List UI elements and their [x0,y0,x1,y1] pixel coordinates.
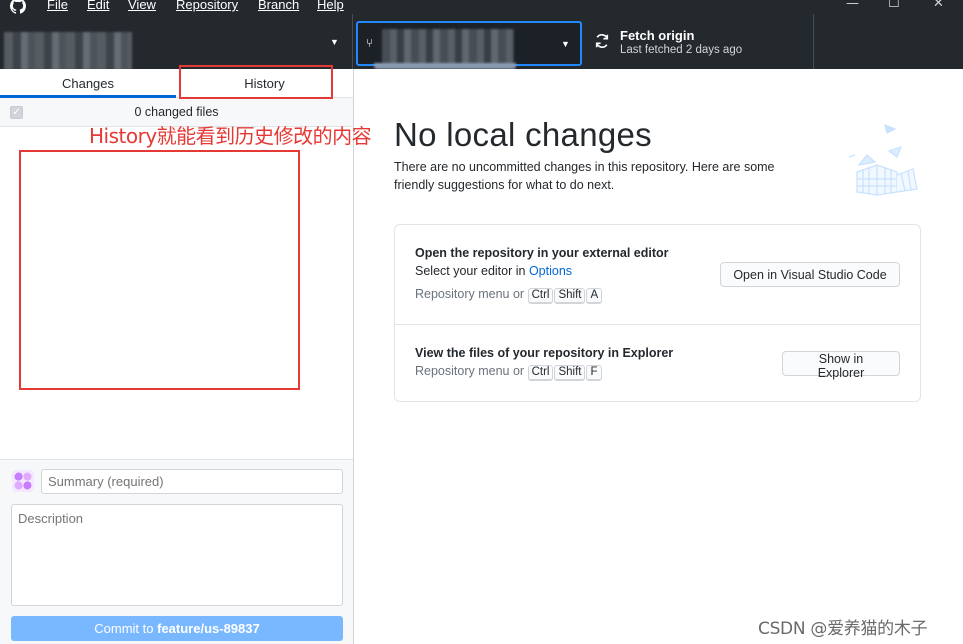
annotation-history-tab-box [179,65,333,99]
commit-branch-name: feature/us-89837 [157,621,260,636]
suggestion-editor-line: Select your editor in Options [415,264,572,278]
menu-branch[interactable]: Branch [258,0,299,12]
shortcut-hint-text: Repository menu or [415,364,525,378]
menu-file[interactable]: File [47,0,68,12]
kbd-shift: Shift [554,365,586,381]
chevron-down-icon: ▼ [330,37,339,47]
show-in-explorer-button[interactable]: Show in Explorer [782,351,900,380]
kbd-ctrl: Ctrl [527,288,554,304]
page-description: There are no uncommitted changes in this… [394,160,775,192]
suggestion-open-editor: Open the repository in your external edi… [395,225,920,325]
menu-view[interactable]: View [128,0,156,12]
sync-icon [595,34,609,48]
minimize-button[interactable]: — [846,0,859,11]
github-logo-icon [10,0,26,14]
commit-button-prefix: Commit to [94,621,158,636]
open-in-editor-button[interactable]: Open in Visual Studio Code [720,262,900,287]
last-fetched-text: Last fetched 2 days ago [620,44,743,56]
redacted-branch-name [382,29,514,65]
suggestion-title: View the files of your repository in Exp… [415,346,674,360]
menu-edit[interactable]: Edit [87,0,109,12]
changed-files-count: 0 changed files [134,105,219,119]
toolbar: ▼ ⑂ ▼ Fetch origin Last fetched 2 days a… [0,14,963,70]
options-link[interactable]: Options [529,264,572,278]
suggestions-panel: Open the repository in your external edi… [394,224,921,402]
commit-message-area: Commit to feature/us-89837 [0,459,353,644]
redacted-repository-name [4,32,132,70]
git-branch-icon: ⑂ [366,36,374,50]
kbd-a: A [586,288,603,304]
suggestion-editor-text: Select your editor in [415,264,529,278]
kbd-f: F [586,365,602,381]
kbd-shift: Shift [554,288,586,304]
menu-bar: File Edit View Repository Branch Help — … [0,0,963,14]
annotation-history-list-box [19,150,300,390]
shortcut-hint-text: Repository menu or [415,287,525,301]
maximize-button[interactable]: ☐ [888,0,900,11]
tab-changes[interactable]: Changes [0,69,176,98]
suggestion-show-explorer: View the files of your repository in Exp… [395,325,920,401]
menu-help[interactable]: Help [317,0,344,12]
fetch-origin-button[interactable]: Fetch origin Last fetched 2 days ago [584,14,814,69]
fetch-origin-title: Fetch origin [620,28,695,43]
avatar [12,470,34,492]
current-repository-selector[interactable]: ▼ [0,14,353,70]
main-content: No local changes There are no uncommitte… [355,69,963,644]
watermark: CSDN @爱养猫的木子 [758,619,928,639]
suggestion-title: Open the repository in your external edi… [415,246,669,260]
kbd-ctrl: Ctrl [527,365,554,381]
shortcut-hint: Repository menu or Ctrl Shift A [415,287,603,304]
shortcut-hint: Repository menu or Ctrl Shift F [415,364,603,381]
page-title: No local changes [394,116,652,153]
chevron-down-icon: ▼ [561,39,570,49]
close-button[interactable]: ✕ [933,0,944,11]
annotation-text: History就能看到历史修改的内容 [89,124,372,148]
menu-repository[interactable]: Repository [176,0,238,12]
description-input[interactable] [11,504,343,606]
commit-button[interactable]: Commit to feature/us-89837 [11,616,343,641]
empty-state-illustration [848,124,918,196]
summary-input[interactable] [41,469,343,494]
current-branch-selector[interactable]: ⑂ ▼ [356,21,582,66]
